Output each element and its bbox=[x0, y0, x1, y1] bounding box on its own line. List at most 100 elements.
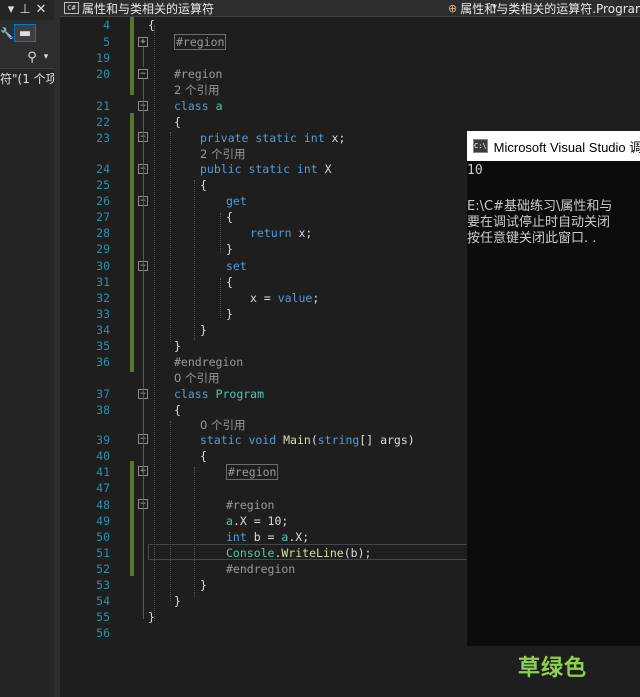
line-number: 32 bbox=[96, 291, 110, 305]
code-line[interactable]: } bbox=[200, 322, 207, 338]
indent-guide bbox=[220, 213, 221, 253]
line-number: 54 bbox=[96, 594, 110, 608]
class-icon: ⊕ bbox=[448, 1, 458, 15]
class-dropdown-label: 属性和与类相关的运算符.Program bbox=[460, 1, 640, 16]
line-number: 24 bbox=[96, 162, 110, 176]
project-dropdown[interactable]: C# 属性和与类相关的运算符 bbox=[64, 0, 214, 16]
code-line[interactable]: public static int X bbox=[200, 161, 332, 177]
line-number: 40 bbox=[96, 449, 110, 463]
line-number: 5 bbox=[103, 35, 110, 49]
code-line[interactable]: { bbox=[200, 177, 207, 193]
code-line[interactable]: } bbox=[226, 241, 233, 257]
line-number: 28 bbox=[96, 226, 110, 240]
line-number: 27 bbox=[96, 210, 110, 224]
line-number: 47 bbox=[96, 481, 110, 495]
code-line[interactable]: set bbox=[226, 258, 247, 274]
collapse-region-icon[interactable]: − bbox=[138, 69, 148, 79]
fold-line bbox=[143, 47, 144, 67]
region-directive[interactable]: #region bbox=[174, 66, 222, 82]
line-number: 51 bbox=[96, 546, 110, 560]
line-number: 55 bbox=[96, 610, 110, 624]
csharp-file-icon: C# bbox=[64, 2, 79, 14]
code-line[interactable]: Console.WriteLine(b); bbox=[226, 545, 371, 561]
console-titlebar[interactable]: C:\ Microsoft Visual Studio 调 bbox=[467, 131, 640, 161]
dropdown-arrow-icon[interactable]: ▾ bbox=[4, 0, 18, 18]
code-line[interactable]: { bbox=[226, 209, 233, 225]
collapse-icon[interactable]: ▬ bbox=[14, 24, 36, 42]
indent-guide bbox=[220, 278, 221, 318]
code-line[interactable]: class a bbox=[174, 98, 223, 114]
change-indicator bbox=[130, 113, 134, 372]
search-options-icon[interactable]: ▾ bbox=[40, 48, 52, 66]
line-number: 37 bbox=[96, 387, 110, 401]
code-line[interactable]: a.X = 10; bbox=[226, 513, 288, 529]
line-number: 4 bbox=[103, 18, 110, 32]
watermark: 草绿色 bbox=[518, 656, 588, 681]
line-number: 21 bbox=[96, 99, 110, 113]
line-number: 34 bbox=[96, 323, 110, 337]
panel-search-bar[interactable]: ⚲ ▾ bbox=[0, 46, 54, 69]
line-number: 23 bbox=[96, 131, 110, 145]
code-line[interactable]: } bbox=[174, 338, 181, 354]
code-line[interactable]: return x; bbox=[250, 225, 312, 241]
navigation-bar: C# 属性和与类相关的运算符 ▾ ⊕ 属性和与类相关的运算符.Program bbox=[60, 0, 640, 17]
indent-guide bbox=[194, 467, 195, 597]
code-line[interactable]: { bbox=[200, 448, 207, 464]
code-line[interactable]: } bbox=[200, 577, 207, 593]
code-line[interactable]: get bbox=[226, 193, 247, 209]
line-number: 53 bbox=[96, 578, 110, 592]
code-line[interactable]: static void Main(string[] args) bbox=[200, 432, 415, 448]
code-line[interactable]: int b = a.X; bbox=[226, 529, 309, 545]
fold-line bbox=[143, 79, 144, 619]
line-number: 52 bbox=[96, 562, 110, 576]
region-directive[interactable]: #region bbox=[226, 497, 274, 513]
line-number: 49 bbox=[96, 514, 110, 528]
line-number: 41 bbox=[96, 465, 110, 479]
line-number: 26 bbox=[96, 194, 110, 208]
indent-guide bbox=[194, 180, 195, 340]
region-directive[interactable]: #endregion bbox=[226, 561, 295, 577]
expand-region-icon[interactable]: + bbox=[138, 37, 148, 47]
code-line[interactable]: } bbox=[226, 306, 233, 322]
code-line[interactable]: { bbox=[174, 114, 181, 130]
codelens-references[interactable]: 2 个引用 bbox=[200, 146, 245, 162]
project-dropdown-label: 属性和与类相关的运算符 bbox=[82, 1, 215, 16]
indent-guide bbox=[154, 25, 155, 621]
line-number: 29 bbox=[96, 242, 110, 256]
line-number: 22 bbox=[96, 115, 110, 129]
codelens-references[interactable]: 0 个引用 bbox=[200, 417, 245, 433]
debug-console-window[interactable]: C:\ Microsoft Visual Studio 调 10 E:\C#基础… bbox=[467, 131, 640, 646]
code-line[interactable]: } bbox=[174, 593, 181, 609]
code-line[interactable]: { bbox=[174, 402, 181, 418]
line-number: 33 bbox=[96, 307, 110, 321]
line-number: 48 bbox=[96, 498, 110, 512]
collapsed-region[interactable]: #region bbox=[174, 34, 227, 50]
search-icon[interactable]: ⚲ bbox=[24, 48, 40, 66]
code-line[interactable]: } bbox=[148, 609, 155, 625]
indent-guide bbox=[170, 421, 171, 601]
line-number: 39 bbox=[96, 433, 110, 447]
line-number: 25 bbox=[96, 178, 110, 192]
codelens-references[interactable]: 0 个引用 bbox=[174, 370, 219, 386]
class-dropdown[interactable]: ⊕ 属性和与类相关的运算符.Program bbox=[448, 0, 640, 16]
line-number: 36 bbox=[96, 355, 110, 369]
change-indicator bbox=[130, 17, 134, 95]
code-line[interactable]: x = value; bbox=[250, 290, 319, 306]
code-line[interactable]: { bbox=[148, 17, 155, 33]
code-line[interactable]: class Program bbox=[174, 386, 264, 402]
wrench-icon[interactable]: 🔧 bbox=[0, 24, 14, 42]
line-number: 20 bbox=[96, 67, 110, 81]
console-app-icon: C:\ bbox=[473, 139, 488, 153]
line-number: 38 bbox=[96, 403, 110, 417]
console-title: Microsoft Visual Studio 调 bbox=[493, 139, 640, 155]
region-directive[interactable]: #endregion bbox=[174, 354, 243, 370]
line-number: 56 bbox=[96, 626, 110, 640]
collapsed-region[interactable]: #region bbox=[226, 464, 279, 480]
code-line[interactable]: { bbox=[226, 274, 233, 290]
codelens-references[interactable]: 2 个引用 bbox=[174, 82, 219, 98]
close-icon[interactable]: ✕ bbox=[34, 0, 48, 18]
line-number: 35 bbox=[96, 339, 110, 353]
pin-icon[interactable]: ⊥ bbox=[18, 0, 32, 18]
line-number: 30 bbox=[96, 259, 110, 273]
code-line[interactable]: private static int x; bbox=[200, 130, 345, 146]
